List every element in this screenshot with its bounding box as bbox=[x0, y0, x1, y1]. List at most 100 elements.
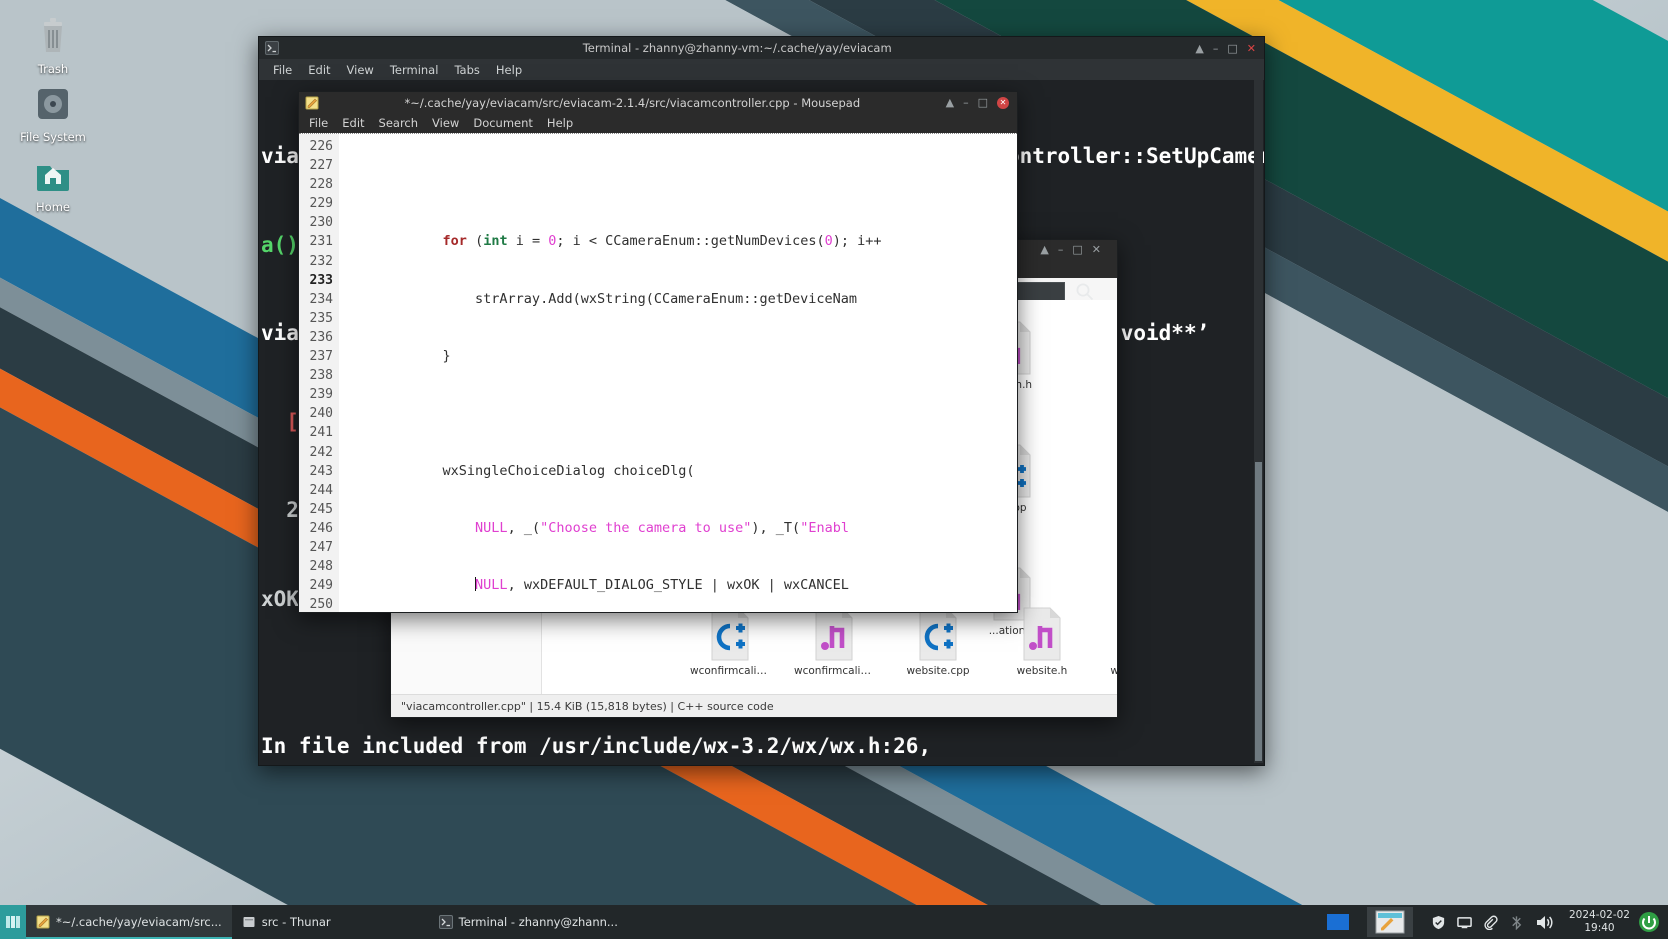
system-tray[interactable] bbox=[1431, 914, 1561, 931]
taskbar[interactable]: *~/.cache/yay/eviacam/src... src - Thuna… bbox=[0, 905, 1668, 939]
line-number: 240 bbox=[309, 406, 333, 422]
code-line-current: NULL, wxDEFAULT_DIALOG_STYLE | wxOK | wx… bbox=[475, 577, 849, 594]
terminal-menu-tabs[interactable]: Tabs bbox=[454, 63, 479, 77]
desktop-icon-file-system[interactable]: File System bbox=[8, 82, 98, 144]
taskbar-button-label: *~/.cache/yay/eviacam/src... bbox=[56, 915, 222, 929]
h-file-icon bbox=[808, 606, 860, 662]
list-item[interactable]: website.cpp bbox=[898, 606, 978, 677]
line-number: 241 bbox=[309, 425, 333, 441]
mousepad-menu-file[interactable]: File bbox=[309, 116, 328, 130]
line-number-current: 233 bbox=[309, 272, 333, 288]
line-number: 243 bbox=[309, 463, 333, 479]
h-file-icon bbox=[1016, 606, 1068, 662]
window-preview-thumbnail[interactable] bbox=[1366, 907, 1413, 937]
taskbar-button-thunar[interactable]: src - Thunar bbox=[232, 905, 341, 939]
thunar-shade-button[interactable]: ▲ bbox=[1040, 244, 1048, 255]
line-number: 226 bbox=[309, 139, 333, 154]
thunar-window-controls[interactable]: ▲ – □ ✕ bbox=[1040, 244, 1109, 255]
folder-icon bbox=[243, 917, 255, 927]
thunar-file-row: wconfirmcalibration.c wconfirmcalibratio… bbox=[682, 602, 1117, 687]
line-number: 231 bbox=[309, 234, 333, 250]
terminal-shade-button[interactable]: ▲ bbox=[1195, 43, 1203, 54]
thunar-minimize-button[interactable]: – bbox=[1058, 244, 1064, 255]
list-item[interactable]: wxnetkey.cpp bbox=[1106, 606, 1117, 677]
desktop-icon-home[interactable]: Home bbox=[8, 152, 98, 214]
mousepad-menu-search[interactable]: Search bbox=[379, 116, 419, 130]
file-name: wxnetkey.cpp bbox=[1106, 665, 1117, 677]
display-icon[interactable] bbox=[1457, 915, 1472, 930]
desktop-icon-label: Trash bbox=[37, 62, 69, 76]
terminal-scrollbar[interactable] bbox=[1254, 80, 1263, 763]
list-item[interactable]: wconfirmcalibration.c bbox=[690, 606, 770, 677]
search-icon[interactable] bbox=[1075, 282, 1095, 302]
line-number: 229 bbox=[309, 196, 333, 212]
desktop-icon-trash[interactable]: Trash bbox=[8, 14, 98, 76]
terminal-titlebar[interactable]: Terminal - zhanny@zhanny-vm:~/.cache/yay… bbox=[259, 37, 1264, 59]
taskbar-button-terminal[interactable]: Terminal - zhanny@zhann... bbox=[429, 905, 628, 939]
file-name: wconfirmcalibration.c bbox=[690, 665, 770, 677]
line-number: 244 bbox=[309, 482, 333, 498]
volume-icon[interactable] bbox=[1535, 914, 1555, 931]
mousepad-icon bbox=[305, 96, 319, 109]
terminal-line: In file included from /usr/include/wx-3.… bbox=[261, 734, 932, 758]
line-number: 234 bbox=[309, 291, 333, 307]
terminal-window-controls[interactable]: ▲ – □ ✕ bbox=[1195, 43, 1264, 54]
mousepad-titlebar[interactable]: *~/.cache/yay/eviacam/src/eviacam-2.1.4/… bbox=[299, 92, 1017, 113]
line-number: 247 bbox=[309, 539, 333, 555]
line-number: 239 bbox=[309, 387, 333, 403]
bluetooth-disabled-icon[interactable] bbox=[1509, 915, 1524, 930]
taskbar-button-label: src - Thunar bbox=[261, 915, 331, 929]
mousepad-maximize-button[interactable]: □ bbox=[978, 97, 988, 108]
terminal-menu-edit[interactable]: Edit bbox=[308, 63, 330, 77]
clock-date: 2024-02-02 bbox=[1568, 909, 1630, 921]
mousepad-shade-button[interactable]: ▲ bbox=[946, 97, 954, 108]
thunar-close-button[interactable]: ✕ bbox=[1092, 244, 1101, 255]
mousepad-menu-edit[interactable]: Edit bbox=[342, 116, 364, 130]
line-number: 246 bbox=[309, 520, 333, 536]
clipboard-icon[interactable] bbox=[1483, 915, 1498, 930]
xfce-menu-icon[interactable] bbox=[0, 905, 26, 939]
taskbar-button-label: Terminal - zhanny@zhann... bbox=[458, 915, 618, 929]
mousepad-minimize-button[interactable]: – bbox=[963, 97, 969, 108]
terminal-menu-view[interactable]: View bbox=[347, 63, 374, 77]
terminal-menu-file[interactable]: File bbox=[273, 63, 292, 77]
terminal-scrollbar-thumb[interactable] bbox=[1255, 462, 1262, 761]
code-line: for (int i = 0; i < CCameraEnum::getNumD… bbox=[442, 233, 882, 250]
terminal-minimize-button[interactable]: – bbox=[1213, 43, 1219, 54]
mousepad-window-controls[interactable]: ▲ – □ ✕ bbox=[946, 96, 1017, 109]
mousepad-editor[interactable]: 226 227 228 229 230 231 232 233 234 235 … bbox=[299, 133, 1017, 612]
clock[interactable]: 2024-02-02 19:40 bbox=[1561, 909, 1638, 935]
mousepad-menu-document[interactable]: Document bbox=[473, 116, 533, 130]
logout-icon[interactable] bbox=[1638, 911, 1660, 933]
line-number: 250 bbox=[309, 597, 333, 612]
line-number: 248 bbox=[309, 559, 333, 575]
cpp-file-icon bbox=[912, 606, 964, 662]
mousepad-menu-view[interactable]: View bbox=[432, 116, 459, 130]
code-text-area[interactable]: for (int i = 0; i < CCameraEnum::getNumD… bbox=[339, 134, 1017, 612]
pager-workspace-icon[interactable] bbox=[1326, 914, 1349, 930]
mousepad-close-button[interactable]: ✕ bbox=[997, 96, 1009, 109]
line-number: 228 bbox=[309, 177, 333, 193]
terminal-menubar[interactable]: File Edit View Terminal Tabs Help bbox=[259, 59, 1264, 80]
terminal-maximize-button[interactable]: □ bbox=[1227, 43, 1237, 54]
terminal-menu-terminal[interactable]: Terminal bbox=[390, 63, 439, 77]
line-number: 237 bbox=[309, 349, 333, 365]
terminal-close-button[interactable]: ✕ bbox=[1247, 43, 1256, 54]
mousepad-window[interactable]: *~/.cache/yay/eviacam/src/eviacam-2.1.4/… bbox=[298, 91, 1018, 613]
mousepad-menubar[interactable]: File Edit Search View Document Help bbox=[299, 113, 1017, 133]
line-number: 249 bbox=[309, 578, 333, 594]
terminal-menu-help[interactable]: Help bbox=[496, 63, 522, 77]
code-line: wxSingleChoiceDialog choiceDlg( bbox=[345, 462, 695, 479]
list-item[interactable]: website.h bbox=[1002, 606, 1082, 677]
shield-icon[interactable] bbox=[1431, 915, 1446, 930]
thunar-maximize-button[interactable]: □ bbox=[1072, 244, 1082, 255]
file-name: wconfirmcalibration bbox=[794, 665, 874, 677]
mousepad-menu-help[interactable]: Help bbox=[547, 116, 573, 130]
line-number: 245 bbox=[309, 501, 333, 517]
line-number: 242 bbox=[309, 444, 333, 460]
taskbar-button-mousepad[interactable]: *~/.cache/yay/eviacam/src... bbox=[26, 905, 232, 939]
list-item[interactable]: wconfirmcalibration bbox=[794, 606, 874, 677]
cpp-file-icon bbox=[704, 606, 756, 662]
terminal-title: Terminal - zhanny@zhanny-vm:~/.cache/yay… bbox=[582, 41, 892, 55]
